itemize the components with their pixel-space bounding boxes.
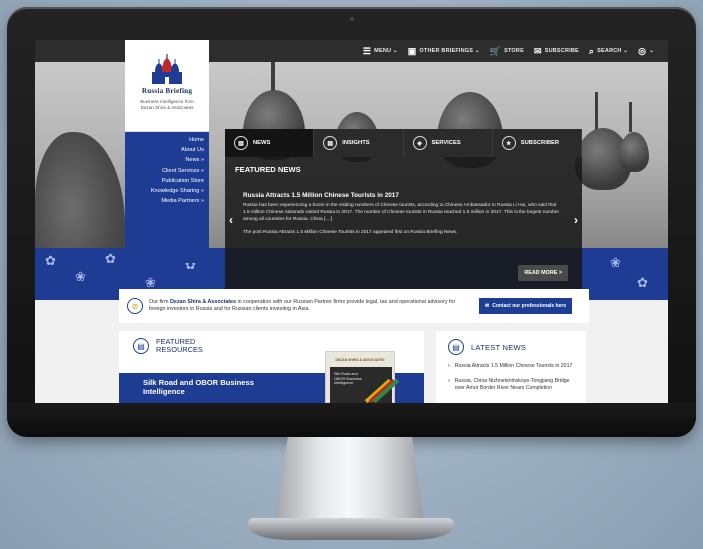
flower-icon: ✿ [637, 275, 648, 290]
website-screen: ✿ ❀ ✿ ❀ ✿ ❀ ✿ ☰ MENU ⌄ ▣ OTHER BRIEFINGS… [35, 40, 668, 403]
briefings-icon: ▣ [407, 45, 417, 56]
tab-news[interactable]: ▤ NEWS [225, 129, 315, 157]
featured-tabs: ▤ NEWS ▤ INSIGHTS ◈ SERVICES ★ SUBSCRIBE… [225, 129, 582, 157]
tab-services[interactable]: ◈ SERVICES [403, 129, 493, 157]
store-button[interactable]: 🛒 STORE [489, 45, 524, 56]
tab-services-label: SERVICES [431, 140, 461, 146]
resource-banner-line2: Intelligence [143, 386, 185, 396]
monitor-stand-base [248, 518, 454, 540]
firm-description: Our firm Dezan Shira & Associates in coo… [149, 299, 469, 314]
tab-insights[interactable]: ▤ INSIGHTS [314, 129, 404, 157]
chevron-right-icon: › [448, 363, 450, 369]
news-icon: ▤ [448, 339, 464, 355]
logo-subtitle-line1: Business Intelligence from [140, 99, 194, 104]
read-more-button[interactable]: READ MORE > [518, 265, 568, 281]
kremlin-logo-icon [152, 54, 182, 84]
subscribe-button[interactable]: ✉ SUBSCRIBE [533, 45, 579, 56]
list-item[interactable]: › Russia Attracts 1.5 Million Chinese To… [448, 363, 586, 370]
featured-resources-panel: ▤ FEATURED RESOURCES Silk Road and OBOR … [119, 331, 424, 403]
language-chevron: ⌄ [649, 48, 654, 54]
logo-subtitle: Business Intelligence from Dezan Shira &… [125, 99, 209, 110]
publication-cover[interactable]: DEZAN SHIRA & ASSOCIATES Silk Road and O… [325, 351, 400, 403]
onion-dome [619, 132, 649, 172]
subscribe-label: SUBSCRIBE [544, 48, 579, 54]
other-briefings-label: OTHER BRIEFINGS ⌄ [419, 48, 480, 54]
search-button[interactable]: ⌕ SEARCH ⌄ [588, 45, 629, 56]
contact-professionals-button[interactable]: ✉ Contact our professionals here [479, 298, 573, 314]
sidenav-item-media-partners[interactable]: Media Partners » [125, 196, 209, 206]
site-logo[interactable]: Russia Briefing Business Intelligence fr… [125, 40, 209, 132]
monitor-stand-neck [276, 437, 424, 521]
webcam [350, 17, 354, 21]
search-label: SEARCH ⌄ [597, 48, 629, 54]
flower-icon: ❀ [75, 269, 86, 284]
subscriber-icon: ★ [501, 136, 516, 150]
menu-button[interactable]: ☰ MENU ⌄ [362, 45, 398, 56]
logo-title: Russia Briefing [141, 87, 193, 95]
side-navigation: Home About Us News » Client Services » P… [125, 132, 209, 263]
spire [629, 102, 632, 132]
globe-icon: ◎ [638, 45, 647, 56]
latest-news-panel: ▤ LATEST NEWS › Russia Attracts 1.5 Mill… [436, 331, 586, 403]
news-icon: ▤ [234, 136, 248, 150]
carousel-next-arrow-icon[interactable]: › [574, 213, 578, 227]
featured-resources-title: FEATURED RESOURCES [156, 338, 203, 354]
carousel-prev-arrow-icon[interactable]: ‹ [229, 213, 233, 227]
mail-icon: ✉ [485, 303, 490, 309]
news-item-text: Russia Attracts 1.5 Million Chinese Tour… [454, 363, 573, 369]
firm-info-strip: ⊘ Our firm Dezan Shira & Associates in c… [119, 289, 589, 323]
firm-name: Dezan Shira & Associates [169, 298, 236, 305]
featured-resources-title-line2: RESOURCES [156, 344, 203, 354]
latest-news-title: LATEST NEWS [471, 342, 527, 352]
resources-icon: ▤ [133, 338, 149, 354]
monitor-chin [7, 403, 696, 437]
featured-news-heading: FEATURED NEWS [235, 165, 301, 174]
chevron-right-icon: › [448, 377, 450, 384]
sidenav-item-home[interactable]: Home [125, 135, 209, 145]
sidenav-item-about-us[interactable]: About Us [125, 145, 209, 155]
list-item[interactable]: › Russia, China Nizhneleninskoye-Tongjia… [448, 378, 586, 392]
monitor-frame: ✿ ❀ ✿ ❀ ✿ ❀ ✿ ☰ MENU ⌄ ▣ OTHER BRIEFINGS… [7, 7, 696, 437]
store-label: STORE [504, 48, 524, 54]
featured-article-title[interactable]: Russia Attracts 1.5 Million Chinese Tour… [225, 174, 582, 199]
latest-news-header: ▤ LATEST NEWS [448, 339, 586, 355]
tab-news-label: NEWS [253, 140, 271, 146]
logo-subtitle-line2: Dezan Shira & Associates [140, 104, 194, 110]
flower-icon: ❀ [145, 275, 156, 290]
firm-text-pre: Our firm [149, 298, 170, 305]
spire [595, 92, 598, 132]
book-publisher: DEZAN SHIRA & ASSOCIATES [335, 358, 385, 362]
menu-label: MENU ⌄ [374, 48, 398, 54]
news-item-text: Russia, China Nizhneleninskoye-Tongjiang… [454, 377, 570, 391]
featured-article-post-line: The post Russia Attracts 1.5 Million Chi… [243, 229, 458, 235]
other-briefings-button[interactable]: ▣ OTHER BRIEFINGS ⌄ [407, 45, 480, 56]
language-button[interactable]: ◎ ⌄ [638, 45, 654, 56]
sidenav-item-news[interactable]: News » [125, 155, 209, 165]
cart-icon: 🛒 [489, 45, 502, 56]
flower-icon: ❀ [610, 255, 621, 270]
flower-icon: ✿ [45, 253, 56, 268]
tab-subscriber[interactable]: ★ SUBSCRIBER [492, 129, 582, 157]
firm-logo-icon: ⊘ [127, 298, 143, 314]
sidenav-item-publication-store[interactable]: Publication Store [125, 176, 209, 186]
book-title: Silk Road and OBOR Business Intelligence [334, 372, 362, 386]
flower-icon: ✿ [105, 251, 116, 266]
contact-professionals-label: Contact our professionals here [492, 303, 567, 309]
featured-article-body: Russia has been experiencing a boom in t… [243, 203, 560, 222]
services-icon: ◈ [412, 136, 427, 150]
featured-news-panel: ▤ NEWS ▤ INSIGHTS ◈ SERVICES ★ SUBSCRIBE… [225, 129, 582, 295]
mail-icon: ✉ [533, 45, 542, 56]
sidenav-item-knowledge-sharing[interactable]: Knowledge Sharing » [125, 186, 209, 196]
book-cover-art: Silk Road and OBOR Business Intelligence [330, 367, 400, 403]
sidenav-item-client-services[interactable]: Client Services » [125, 166, 209, 176]
tab-subscriber-label: SUBSCRIBER [520, 140, 560, 146]
menu-icon: ☰ [362, 45, 372, 56]
insights-icon: ▤ [323, 136, 338, 150]
search-icon: ⌕ [588, 45, 595, 56]
tab-insights-label: INSIGHTS [342, 140, 370, 146]
